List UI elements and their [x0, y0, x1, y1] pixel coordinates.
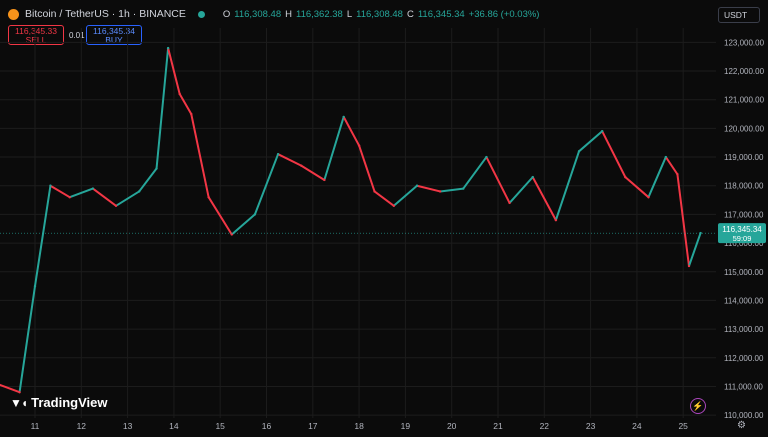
- x-tick-label: 12: [77, 421, 87, 431]
- price-point: [166, 46, 170, 50]
- price-point: [462, 187, 465, 190]
- x-tick-label: 13: [123, 421, 133, 431]
- price-point: [18, 390, 21, 394]
- candle-countdown: 59:09: [733, 234, 752, 243]
- x-tick-label: 16: [262, 421, 272, 431]
- time-axis: 11 12 13 14 15 16 17 18 19 20 21 22 23 24 25: [31, 421, 689, 431]
- tradingview-logo-icon: ▼◖: [10, 395, 28, 410]
- price-segment: [138, 167, 158, 193]
- price-segment: [462, 156, 488, 190]
- price-segment: [601, 130, 627, 179]
- price-segment: [49, 184, 71, 199]
- price-point: [357, 144, 361, 147]
- chart-grid: [0, 28, 716, 418]
- x-tick-label: 23: [586, 421, 596, 431]
- y-tick-label: 115,000.00: [724, 268, 764, 277]
- price-point: [664, 155, 668, 159]
- price-point: [531, 175, 534, 179]
- brand-name: TradingView: [31, 395, 108, 410]
- x-tick-label: 20: [447, 421, 457, 431]
- price-segment: [647, 156, 667, 199]
- price-point: [207, 195, 210, 199]
- price-point: [415, 184, 419, 187]
- x-tick-label: 17: [308, 421, 318, 431]
- x-tick-label: 18: [354, 421, 364, 431]
- x-tick-label: 25: [678, 421, 688, 431]
- price-segment: [230, 213, 256, 236]
- price-point: [676, 173, 679, 176]
- y-tick-label: 114,000.00: [724, 296, 764, 305]
- x-tick-label: 22: [540, 421, 550, 431]
- price-point: [190, 112, 193, 116]
- y-tick-label: 120,000.00: [724, 124, 765, 133]
- price-point: [373, 190, 376, 193]
- price-segment: [34, 184, 52, 288]
- price-segment: [687, 232, 702, 268]
- price-point: [114, 204, 118, 207]
- price-segment: [439, 187, 465, 193]
- price-chart[interactable]: 123,000.00 122,000.00 121,000.00 120,000.00…: [0, 0, 768, 437]
- x-tick-label: 19: [401, 421, 411, 431]
- price-point: [68, 195, 71, 199]
- x-tick-label: 14: [169, 421, 179, 431]
- price-segment: [155, 47, 170, 170]
- y-tick-label: 123,000.00: [724, 38, 765, 47]
- price-point: [276, 152, 280, 156]
- y-tick-label: 121,000.00: [724, 96, 765, 105]
- y-tick-label: 111,000.00: [724, 382, 763, 391]
- y-tick-label: 118,000.00: [724, 182, 764, 191]
- last-price-value: 116,345.34: [722, 225, 762, 234]
- price-point: [438, 190, 442, 193]
- price-segment: [277, 153, 303, 167]
- price-segment: [190, 113, 210, 199]
- y-tick-label: 112,000.00: [724, 354, 764, 363]
- tradingview-logo[interactable]: ▼◖ TradingView: [10, 395, 107, 410]
- price-segment: [178, 92, 193, 116]
- price-point: [49, 184, 52, 187]
- price-segment: [415, 184, 442, 193]
- y-tick-label: 117,000.00: [724, 210, 764, 219]
- price-point: [178, 92, 181, 96]
- price-point: [342, 115, 345, 119]
- price-segment: [664, 156, 679, 176]
- x-tick-label: 15: [215, 421, 225, 431]
- price-point: [647, 195, 650, 199]
- y-tick-label: 122,000.00: [724, 67, 765, 76]
- price-point: [91, 187, 95, 190]
- price-point: [323, 178, 326, 182]
- price-segment: [91, 187, 118, 207]
- price-segment: [18, 285, 36, 394]
- price-point: [485, 155, 488, 159]
- y-tick-label: 110,000.00: [724, 411, 764, 420]
- last-price-line: 116,345.3459:09: [0, 223, 766, 244]
- price-point: [687, 264, 691, 268]
- price-point: [600, 130, 604, 133]
- price-point: [253, 213, 257, 216]
- price-point: [137, 190, 141, 193]
- y-tick-label: 113,000.00: [724, 325, 764, 334]
- x-tick-label: 11: [31, 421, 40, 431]
- price-point: [155, 167, 158, 170]
- price-point: [392, 204, 396, 207]
- price-point: [508, 201, 511, 205]
- price-point: [577, 150, 581, 153]
- price-point: [33, 284, 37, 288]
- price-point: [230, 233, 233, 236]
- price-segment: [508, 176, 534, 204]
- x-tick-label: 21: [493, 421, 503, 431]
- price-segment: [358, 144, 376, 193]
- price-segment: [323, 115, 345, 181]
- price-series: [0, 46, 702, 394]
- y-tick-label: 119,000.00: [724, 153, 764, 162]
- price-segment: [342, 115, 361, 147]
- settings-icon[interactable]: ⚙: [737, 420, 746, 431]
- price-point: [300, 164, 303, 167]
- lightning-icon[interactable]: ⚡: [690, 398, 706, 414]
- price-segment: [373, 190, 395, 207]
- price-point: [554, 218, 558, 222]
- price-point: [624, 175, 627, 179]
- x-tick-label: 24: [632, 421, 642, 431]
